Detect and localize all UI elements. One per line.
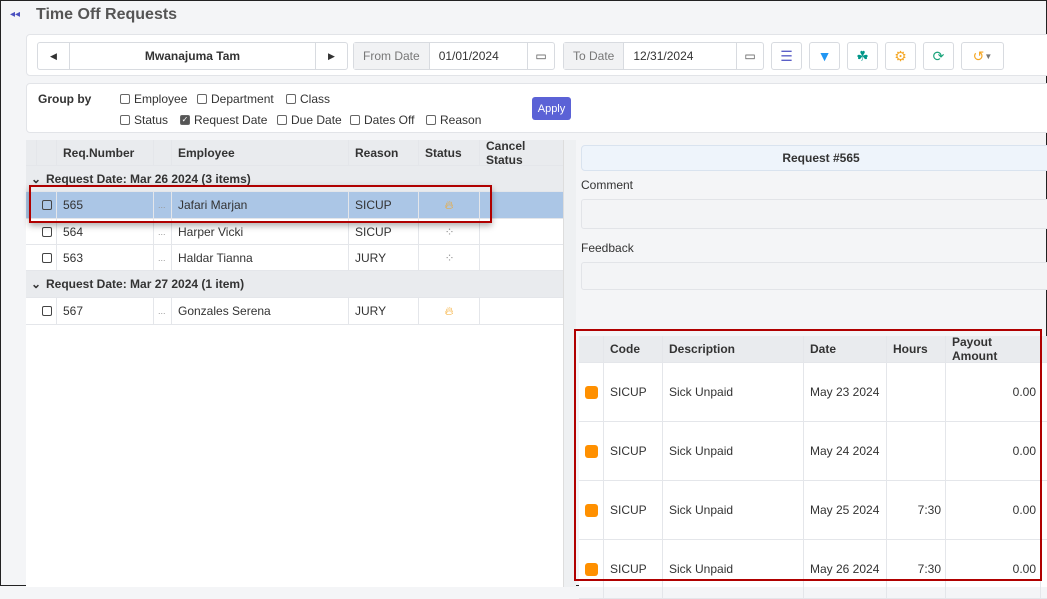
history-icon[interactable]: ↺ ▼ <box>961 42 1004 70</box>
checkbox-status[interactable]: Status <box>120 113 168 127</box>
checkbox-employee[interactable]: Employee <box>120 92 187 106</box>
prev-employee-button[interactable]: ◀ <box>38 43 70 69</box>
flame-icon: 🔥︎ <box>444 303 454 318</box>
row-checkbox[interactable] <box>42 306 52 316</box>
comment-label: Comment <box>581 178 634 192</box>
checkbox-request-date[interactable]: ✓ Request Date <box>180 113 267 127</box>
refresh-icon[interactable]: ⟳ <box>923 42 954 70</box>
feedback-label: Feedback <box>581 241 634 255</box>
detail-grid-highlight <box>574 329 1042 581</box>
req-number: 563 <box>57 245 154 270</box>
row-checkbox[interactable] <box>42 226 52 237</box>
filter-icon[interactable]: ▼ <box>809 42 840 70</box>
from-date-label: From Date <box>354 43 430 69</box>
table-row[interactable]: 563 ... Haldar Tianna JURY ⁘ <box>26 245 563 271</box>
apply-button[interactable]: Apply <box>532 97 571 120</box>
from-date-group: From Date 01/01/2024 ▭ <box>353 42 555 70</box>
database-icon[interactable]: ☰ <box>771 42 802 70</box>
req-number: 567 <box>57 298 154 324</box>
checkbox-dates-off[interactable]: Dates Off <box>350 113 414 127</box>
col-req-number[interactable]: Req.Number <box>57 140 154 165</box>
col-status[interactable]: Status <box>419 140 480 165</box>
gears-icon[interactable]: ⚙ <box>885 42 916 70</box>
from-date-input[interactable]: 01/01/2024 <box>430 49 527 63</box>
employee-name: Gonzales Serena <box>172 298 349 324</box>
reason: JURY <box>349 298 419 324</box>
col-reason[interactable]: Reason <box>349 140 419 165</box>
page-title: Time Off Requests <box>36 6 178 23</box>
chevron-down-icon[interactable]: ⌄ <box>26 172 46 186</box>
back-button[interactable]: ◂◂ <box>10 9 20 20</box>
checkbox-reason[interactable]: Reason <box>426 113 481 127</box>
group-by-label: Group by <box>38 92 92 106</box>
checkbox-class[interactable]: Class <box>286 92 330 106</box>
group-row[interactable]: ⌄ Request Date: Mar 27 2024 (1 item) <box>26 271 563 298</box>
chevron-down-icon[interactable]: ⌄ <box>26 277 46 291</box>
selected-row-highlight <box>29 185 492 223</box>
next-employee-button[interactable]: ▶ <box>315 43 347 69</box>
cancel-status <box>480 245 563 270</box>
grid-header: Req.Number Employee Reason Status Cancel… <box>26 139 563 167</box>
request-title: Request #565 <box>581 145 1047 171</box>
row-menu-button[interactable]: ... <box>154 298 172 324</box>
row-checkbox[interactable] <box>42 252 52 263</box>
row-menu-button[interactable]: ... <box>154 245 172 270</box>
cubes-icon[interactable]: ☘ <box>847 42 878 70</box>
col-cancel-status[interactable]: Cancel Status <box>480 139 563 167</box>
cancel-status <box>480 192 563 218</box>
group-by-panel: Group by Employee Department Class Statu… <box>26 83 1047 133</box>
calendar-icon[interactable]: ▭ <box>736 43 763 69</box>
comment-field[interactable] <box>581 199 1047 229</box>
employee-name: Mwanajuma Tam <box>144 49 241 63</box>
checkbox-due-date[interactable]: Due Date <box>277 113 342 127</box>
feedback-field[interactable] <box>581 262 1047 290</box>
to-date-input[interactable]: 12/31/2024 <box>624 49 736 63</box>
checkbox-department[interactable]: Department <box>197 92 274 106</box>
cancel-status <box>480 219 563 244</box>
toolbar-icons: ☰ ▼ ☘ ⚙ ⟳ ↺ ▼ <box>771 42 1004 70</box>
to-date-label: To Date <box>564 43 625 69</box>
pending-spinner-icon: ⁘ <box>444 224 454 239</box>
employee-name: Haldar Tianna <box>172 245 349 270</box>
reason: JURY <box>349 245 419 270</box>
pending-spinner-icon: ⁘ <box>444 250 454 265</box>
calendar-icon[interactable]: ▭ <box>527 43 554 69</box>
col-employee[interactable]: Employee <box>172 140 349 165</box>
to-date-group: To Date 12/31/2024 ▭ <box>563 42 764 70</box>
table-row[interactable]: 567 ... Gonzales Serena JURY 🔥︎ <box>26 298 563 325</box>
employee-navigator: ◀ Mwanajuma Tam ▶ <box>37 42 348 70</box>
cancel-status <box>480 298 563 324</box>
